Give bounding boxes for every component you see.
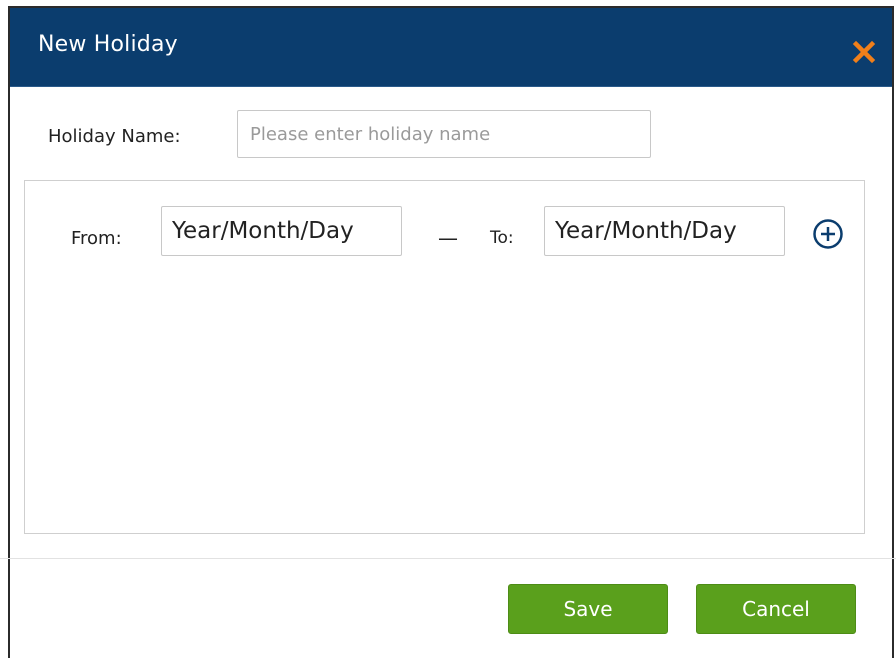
to-date-input[interactable] (544, 206, 785, 256)
dialog-header: New Holiday (10, 8, 892, 87)
date-separator: — (438, 226, 458, 250)
plus-circle-icon (813, 219, 843, 249)
dialog-title: New Holiday (38, 32, 178, 57)
holiday-name-label: Holiday Name: (48, 126, 181, 147)
holiday-name-input[interactable] (237, 110, 651, 158)
to-label: To: (490, 228, 514, 248)
cancel-button[interactable]: Cancel (696, 584, 856, 634)
add-date-range-button[interactable] (812, 218, 844, 250)
footer-divider (0, 558, 896, 559)
close-button[interactable] (850, 38, 878, 66)
from-label: From: (71, 228, 122, 249)
save-button[interactable]: Save (508, 584, 668, 634)
close-icon (852, 40, 876, 64)
from-date-input[interactable] (161, 206, 402, 256)
